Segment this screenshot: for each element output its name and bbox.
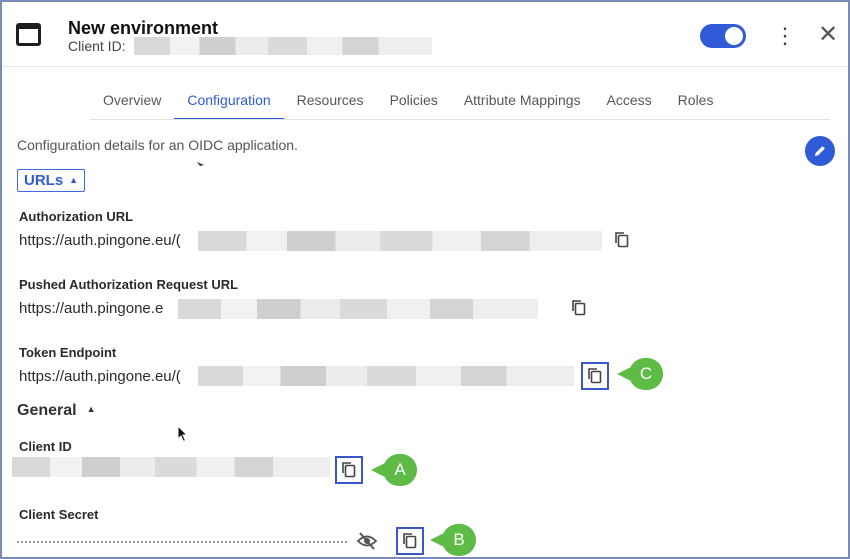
copy-icon xyxy=(588,368,602,384)
tab-policies[interactable]: Policies xyxy=(377,90,451,120)
callout-a: A xyxy=(371,454,421,486)
close-icon[interactable]: ✕ xyxy=(816,22,840,48)
tab-resources[interactable]: Resources xyxy=(284,90,377,120)
tab-access[interactable]: Access xyxy=(594,90,665,120)
copy-client-id-button[interactable] xyxy=(335,456,363,484)
par-url-label: Pushed Authorization Request URL xyxy=(19,277,239,292)
copy-token-endpoint-button[interactable] xyxy=(581,362,609,390)
token-endpoint-label: Token Endpoint xyxy=(19,345,117,360)
urls-section-label: URLs xyxy=(24,172,64,189)
header-divider xyxy=(2,66,848,67)
mouse-cursor-icon xyxy=(177,425,189,443)
copy-icon xyxy=(342,462,356,478)
tab-configuration[interactable]: Configuration xyxy=(174,90,284,120)
copy-icon xyxy=(403,533,417,549)
redacted-authorization-url xyxy=(198,231,602,251)
client-secret-label: Client Secret xyxy=(19,507,99,522)
general-section-label: General xyxy=(17,402,77,419)
copy-authorization-url-button[interactable] xyxy=(608,226,636,254)
copy-par-url-button[interactable] xyxy=(565,294,593,322)
copy-client-secret-button[interactable] xyxy=(396,527,424,555)
copy-icon xyxy=(572,300,586,316)
callout-b: B xyxy=(430,524,480,556)
caret-up-icon: ▲ xyxy=(69,175,79,185)
tabs-divider xyxy=(90,119,830,120)
redacted-client-id xyxy=(134,37,432,55)
enable-toggle[interactable] xyxy=(700,24,746,48)
authorization-url-label: Authorization URL xyxy=(19,209,134,224)
redacted-token-endpoint xyxy=(198,366,574,386)
pointer-artifact xyxy=(197,162,204,166)
client-id-label: Client ID xyxy=(19,439,72,454)
redacted-par-url xyxy=(178,299,538,319)
callout-c: C xyxy=(617,358,667,390)
configuration-description: Configuration details for an OIDC applic… xyxy=(17,137,298,153)
copy-icon xyxy=(615,232,629,248)
tab-roles[interactable]: Roles xyxy=(665,90,727,120)
header-client-id-label: Client ID: xyxy=(68,38,126,54)
redacted-client-id-value xyxy=(12,457,330,477)
environment-title: New environment xyxy=(68,18,219,38)
edit-button[interactable] xyxy=(805,136,835,166)
eye-off-icon[interactable] xyxy=(356,531,378,551)
general-section-toggle[interactable]: General ▲ xyxy=(17,402,96,420)
kebab-menu-icon[interactable]: ⋮ xyxy=(774,22,796,50)
par-url-value: https://auth.pingone.e xyxy=(19,300,164,317)
tab-overview[interactable]: Overview xyxy=(90,90,174,120)
app-details-panel: New environment Client ID: ⋮ ✕ Overview … xyxy=(0,0,850,559)
masked-client-secret xyxy=(17,541,347,543)
urls-section-toggle[interactable]: URLs ▲ xyxy=(17,169,86,192)
authorization-url-value: https://auth.pingone.eu/( xyxy=(19,232,181,249)
pencil-icon xyxy=(815,146,825,156)
token-endpoint-value: https://auth.pingone.eu/( xyxy=(19,368,181,385)
app-icon xyxy=(16,23,41,46)
tab-bar: Overview Configuration Resources Policie… xyxy=(90,90,726,120)
caret-up-icon: ▲ xyxy=(86,404,96,414)
tab-attribute-mappings[interactable]: Attribute Mappings xyxy=(451,90,594,120)
